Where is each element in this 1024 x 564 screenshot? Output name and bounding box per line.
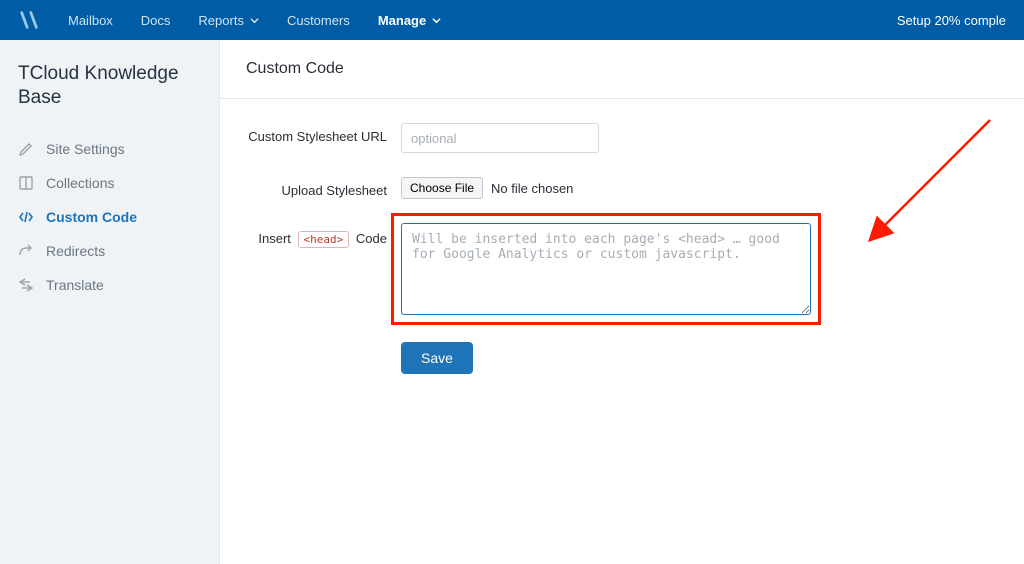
save-button[interactable]: Save <box>401 342 473 374</box>
sidebar-item-site-settings[interactable]: Site Settings <box>0 132 219 166</box>
nav-customers[interactable]: Customers <box>287 13 350 28</box>
sidebar-item-collections[interactable]: Collections <box>0 166 219 200</box>
sidebar-item-label: Site Settings <box>46 141 125 157</box>
app-logo-icon[interactable] <box>18 9 40 31</box>
nav-manage-label: Manage <box>378 13 426 28</box>
sidebar-item-label: Custom Code <box>46 209 137 225</box>
nav-reports-label: Reports <box>198 13 244 28</box>
main-content: Custom Code Custom Stylesheet URL Upload… <box>220 40 1024 564</box>
chevron-down-icon <box>432 16 441 25</box>
row-save: Save <box>246 342 998 374</box>
sidebar-item-label: Collections <box>46 175 114 191</box>
nav-docs[interactable]: Docs <box>141 13 171 28</box>
sidebar-item-custom-code[interactable]: Custom Code <box>0 200 219 234</box>
code-icon <box>18 209 34 225</box>
nav-reports[interactable]: Reports <box>198 13 259 28</box>
sidebar-item-redirects[interactable]: Redirects <box>0 234 219 268</box>
top-bar: Mailbox Docs Reports Customers Manage Se… <box>0 0 1024 40</box>
top-nav: Mailbox Docs Reports Customers Manage <box>68 13 897 28</box>
stylesheet-url-input[interactable] <box>401 123 599 153</box>
row-upload-stylesheet: Upload Stylesheet Choose File No file ch… <box>246 177 998 199</box>
head-tag-badge: <head> <box>298 231 350 248</box>
sidebar-title: TCloud Knowledge Base <box>0 62 219 132</box>
redirect-icon <box>18 243 34 259</box>
pencil-icon <box>18 141 34 157</box>
sidebar-item-label: Translate <box>46 277 104 293</box>
choose-file-button[interactable]: Choose File <box>401 177 483 199</box>
label-insert-pre: Insert <box>258 231 291 246</box>
chevron-down-icon <box>250 16 259 25</box>
setup-status[interactable]: Setup 20% comple <box>897 13 1006 28</box>
head-code-textarea[interactable] <box>401 223 811 315</box>
label-stylesheet-url: Custom Stylesheet URL <box>246 123 401 144</box>
page-title: Custom Code <box>220 40 1024 99</box>
translate-icon <box>18 277 34 293</box>
no-file-text: No file chosen <box>491 181 573 196</box>
label-insert-post: Code <box>356 231 387 246</box>
row-insert-head-code: Insert <head> Code <box>246 223 998 318</box>
sidebar-item-translate[interactable]: Translate <box>0 268 219 302</box>
label-upload-stylesheet: Upload Stylesheet <box>246 177 401 198</box>
book-icon <box>18 175 34 191</box>
nav-mailbox[interactable]: Mailbox <box>68 13 113 28</box>
row-stylesheet-url: Custom Stylesheet URL <box>246 123 998 153</box>
label-insert-head: Insert <head> Code <box>246 223 401 248</box>
nav-manage[interactable]: Manage <box>378 13 441 28</box>
sidebar-item-label: Redirects <box>46 243 105 259</box>
sidebar: TCloud Knowledge Base Site Settings Coll… <box>0 40 220 564</box>
